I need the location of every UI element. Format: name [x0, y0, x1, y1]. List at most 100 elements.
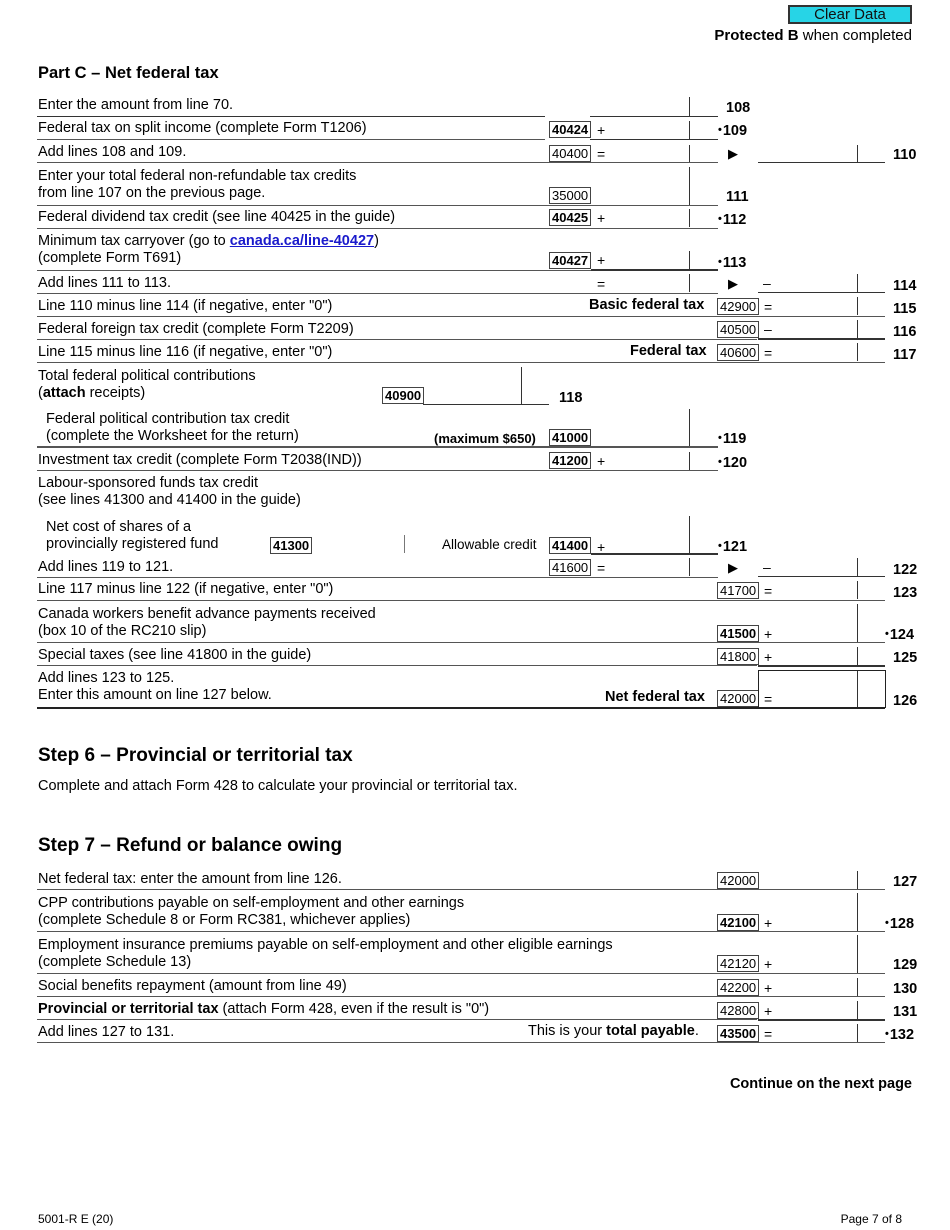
line-116-input[interactable] — [758, 338, 885, 340]
line-116-label: Federal foreign tax credit (complete For… — [38, 321, 354, 337]
line-131-code: 42800 — [717, 1002, 760, 1019]
cents-divider — [857, 893, 858, 931]
line-113-number: 113 — [718, 255, 746, 271]
line-124-input[interactable] — [37, 642, 885, 643]
equals-operator: = — [597, 560, 606, 576]
cents-divider — [689, 452, 690, 470]
line-128-input[interactable] — [37, 931, 885, 932]
line-117-label: Line 115 minus line 116 (if negative, en… — [38, 344, 333, 360]
step-6-title: Step 6 – Provincial or territorial tax — [38, 745, 353, 766]
line-128-label-2: (complete Schedule 8 or Form RC381, whic… — [38, 912, 411, 928]
form-id: 5001-R E (20) — [38, 1212, 114, 1226]
line-118-label-2: (attach receipts) — [38, 385, 145, 402]
line-118-input[interactable] — [423, 404, 549, 405]
line-114-input[interactable] — [758, 292, 885, 293]
line-118-code: 40900 — [382, 387, 425, 404]
line-123-code: 41700 — [717, 582, 760, 599]
line-120-label: Investment tax credit (complete Form T20… — [38, 452, 362, 468]
line-124-label-1: Canada workers benefit advance payments … — [38, 606, 376, 622]
line-132-input[interactable] — [37, 1042, 885, 1043]
clear-data-button[interactable]: Clear Data — [788, 5, 912, 24]
line-127-code: 42000 — [717, 872, 760, 889]
plus-operator: + — [597, 252, 606, 268]
line-127-label: Net federal tax: enter the amount from l… — [38, 871, 342, 887]
plus-operator: + — [764, 915, 773, 931]
cents-divider — [857, 145, 858, 162]
line-111-label-2: from line 107 on the previous page. — [38, 185, 266, 201]
line-121-input[interactable] — [591, 553, 718, 555]
line-112-label: Federal dividend tax credit (see line 40… — [38, 209, 396, 225]
line-115-input[interactable] — [37, 316, 885, 317]
cents-divider — [857, 871, 858, 889]
minus-operator: – — [763, 275, 771, 291]
step-6-text: Complete and attach Form 428 to calculat… — [38, 778, 518, 794]
line-120-input[interactable] — [37, 470, 718, 471]
line-121-label-2: provincially registered fund — [46, 536, 219, 552]
line-113-text: Minimum tax carryover (go to — [38, 233, 230, 249]
row-divider — [37, 139, 545, 140]
line-127-number: 127 — [893, 874, 918, 890]
line-110-label: Add lines 108 and 109. — [38, 144, 187, 160]
line-129-code: 42120 — [717, 955, 760, 972]
line-132-label: Add lines 127 to 131. — [38, 1024, 175, 1040]
line-109-input[interactable] — [590, 139, 718, 140]
line-128-number: 128 — [885, 916, 914, 932]
line-125-code: 41800 — [717, 648, 760, 665]
line-117-code: 40600 — [717, 344, 760, 361]
line-122-input[interactable] — [758, 576, 885, 577]
row-divider — [37, 293, 718, 294]
line-127-input[interactable] — [37, 889, 885, 890]
line-131-input[interactable] — [758, 1019, 885, 1021]
row-divider — [37, 707, 885, 709]
line-130-input[interactable] — [37, 996, 885, 997]
line-128-code: 42100 — [717, 914, 760, 931]
line-115-number: 115 — [893, 301, 917, 317]
equals-operator: = — [764, 1026, 773, 1042]
plus-operator: + — [597, 122, 606, 138]
line-119-input[interactable] — [37, 446, 718, 448]
continue-next-page: Continue on the next page — [729, 1076, 912, 1092]
line-132-number: 132 — [885, 1027, 914, 1043]
line-126-input[interactable] — [758, 670, 886, 708]
line-117-input[interactable] — [37, 362, 885, 363]
protected-rest: when completed — [798, 27, 912, 44]
line-125-input[interactable] — [758, 665, 885, 667]
cents-divider — [857, 297, 858, 315]
cents-divider — [689, 516, 690, 554]
line-123-input[interactable] — [37, 600, 885, 601]
line-113-input[interactable] — [591, 269, 718, 271]
line-121-number: 121 — [718, 539, 747, 555]
line-125-label: Special taxes (see line 41800 in the gui… — [38, 647, 312, 663]
line-126-label-1: Add lines 123 to 125. — [38, 670, 175, 686]
line-129-input[interactable] — [37, 973, 885, 974]
cents-divider — [689, 97, 690, 116]
federal-tax-label: Federal tax — [630, 343, 707, 359]
line-112-code: 40425 — [549, 209, 592, 226]
cents-divider — [857, 604, 858, 642]
line-109-label: Federal tax on split income (complete Fo… — [38, 120, 367, 136]
canada-ca-link[interactable]: canada.ca/line-40427 — [230, 233, 374, 249]
line-113-label-1: Minimum tax carryover (go to canada.ca/l… — [38, 233, 379, 250]
line-108-input[interactable] — [590, 116, 718, 117]
cents-divider — [857, 274, 858, 292]
line-119-label-2: (complete the Worksheet for the return) — [46, 428, 299, 444]
line-111-input[interactable] — [37, 205, 718, 206]
line-122-number: 122 — [893, 562, 918, 578]
provincial-tax-bold: Provincial or territorial tax — [38, 1001, 219, 1017]
total-payable-prefix: This is your — [528, 1023, 607, 1039]
line-112-number: 112 — [718, 212, 746, 228]
line-123-number: 123 — [893, 585, 918, 601]
equals-operator: = — [764, 345, 773, 361]
row-divider — [37, 162, 718, 163]
plus-operator: + — [764, 956, 773, 972]
line-112-input[interactable] — [37, 228, 718, 229]
equals-operator: = — [764, 691, 773, 707]
line-111-code: 35000 — [549, 187, 592, 204]
line-113-code: 40427 — [549, 252, 592, 269]
line-113-label-2: (complete Form T691) — [38, 250, 182, 266]
line-110-input[interactable] — [758, 162, 885, 163]
cents-divider — [857, 558, 858, 576]
line-129-label-2: (complete Schedule 13) — [38, 954, 192, 970]
line-121-label-1: Net cost of shares of a — [46, 519, 192, 535]
plus-operator: + — [764, 1003, 773, 1019]
